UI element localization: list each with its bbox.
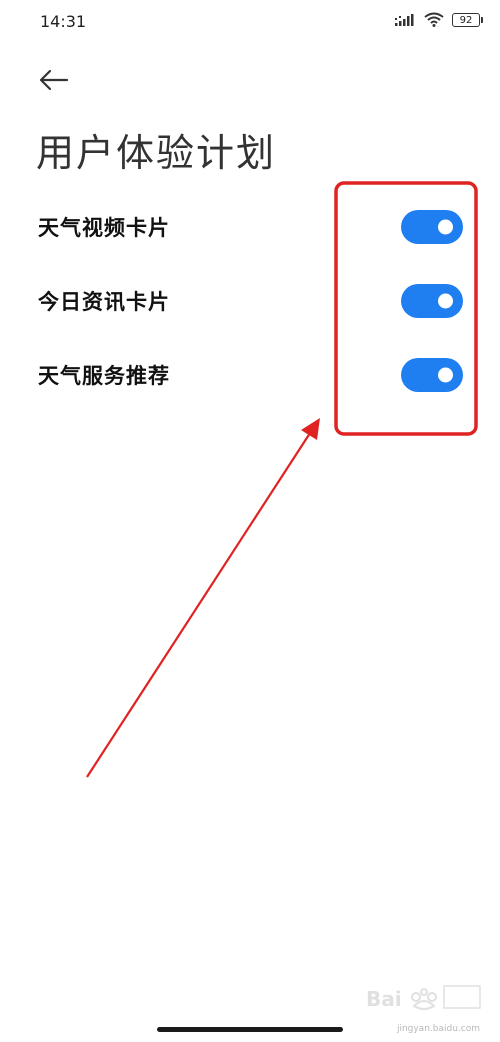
watermark-url: jingyan.baidu.com: [396, 1024, 480, 1034]
back-button[interactable]: [34, 62, 74, 98]
toggle-knob: [438, 367, 453, 383]
battery-level: 92: [459, 14, 473, 26]
toggle-today-news[interactable]: [401, 284, 463, 318]
setting-row-weather-video: 天气视频卡片: [0, 190, 500, 264]
svg-text:Bai: Bai: [366, 987, 402, 1011]
status-time: 14:31: [40, 12, 87, 31]
battery-icon: 92: [452, 12, 483, 27]
status-bar: 14:31 92: [0, 0, 500, 44]
wifi-icon: [424, 12, 444, 27]
setting-row-today-news: 今日资讯卡片: [0, 264, 500, 338]
signal-icon: [395, 13, 414, 26]
page-title: 用户体验计划: [36, 131, 277, 175]
watermark-logo: Bai: [366, 985, 481, 1011]
settings-screen: 14:31 92 用户体验计划 天气视频卡片 今日资讯卡片 天气服务推荐 Bai…: [0, 0, 500, 1042]
setting-row-weather-service: 天气服务推荐: [0, 338, 500, 412]
pointer-arrow-head: [301, 418, 320, 440]
toggle-knob: [438, 293, 453, 309]
pointer-arrow: [86, 429, 313, 778]
setting-label-today-news: 今日资讯卡片: [38, 290, 170, 314]
toggle-knob: [438, 219, 453, 235]
arrow-left-icon: [39, 69, 69, 91]
toggle-weather-service[interactable]: [401, 358, 463, 392]
toggle-weather-video[interactable]: [401, 210, 463, 244]
setting-label-weather-video: 天气视频卡片: [38, 216, 170, 240]
status-icons: 92: [394, 12, 483, 27]
home-indicator[interactable]: [157, 1027, 343, 1032]
setting-label-weather-service: 天气服务推荐: [38, 364, 170, 388]
